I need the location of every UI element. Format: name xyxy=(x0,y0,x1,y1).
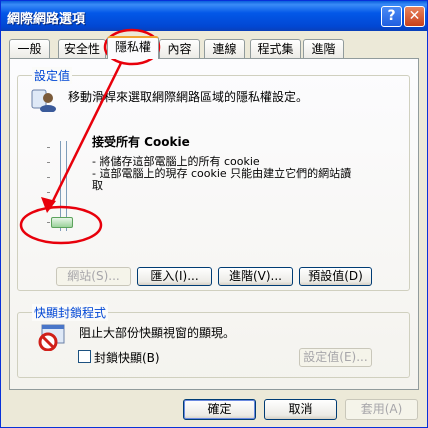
tab-privacy[interactable]: 隱私權 xyxy=(107,36,159,59)
annotation-arrow-line xyxy=(47,62,123,210)
annotation-overlay xyxy=(19,28,161,245)
internet-options-dialog: 網際網路選項 ? ✕ 一般 安全性 隱私權 內容 連線 程式集 進階 設定值 移… xyxy=(0,0,428,428)
annotation-slider-circle xyxy=(19,205,103,245)
